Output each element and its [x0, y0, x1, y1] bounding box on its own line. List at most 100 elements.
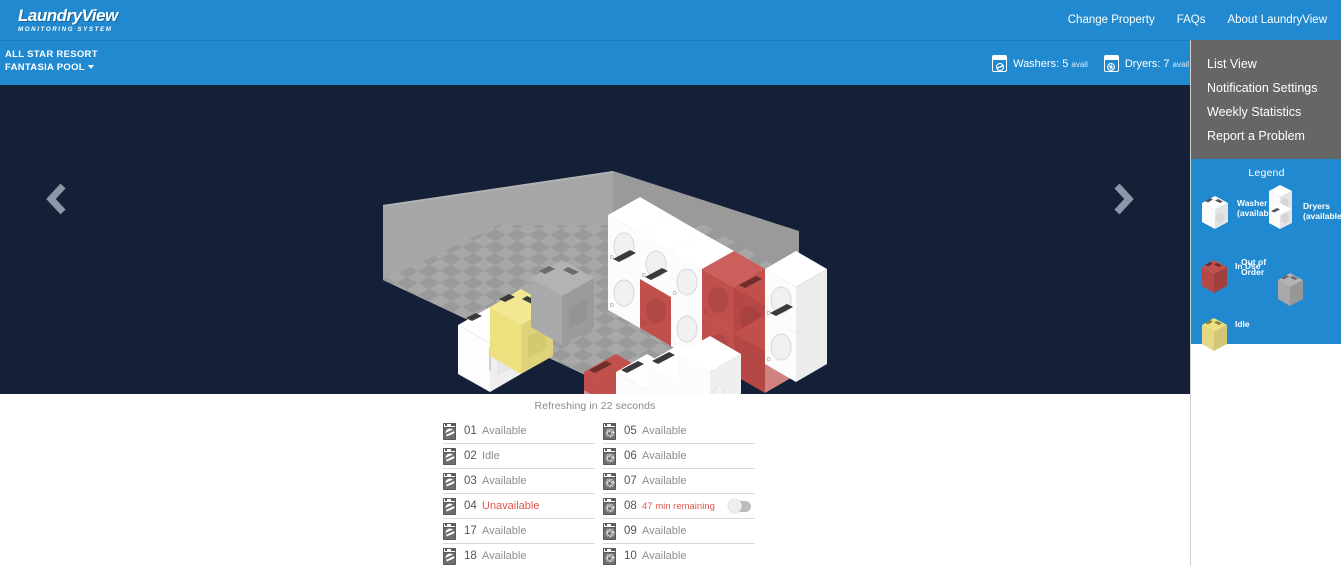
washer-icon	[443, 522, 456, 540]
machine-list-section: Refreshing in 22 seconds 01 Available 02…	[0, 394, 1190, 566]
room-3d-view[interactable]: D D D D D D D D	[0, 85, 1190, 394]
nav-link-about[interactable]: About LaundryView	[1227, 14, 1327, 26]
sidebar-item-list-view[interactable]: List View	[1191, 52, 1341, 76]
machine-status: Available	[482, 550, 527, 562]
dryer-icon	[603, 547, 616, 565]
svg-text:D: D	[704, 309, 708, 315]
dryer-count: Dryers: 7 avail	[1103, 55, 1189, 72]
table-row[interactable]: 03 Available	[443, 469, 595, 494]
laundry-room-isometric-scene[interactable]: D D D D D D D D	[0, 85, 1190, 394]
machine-number: 10	[624, 550, 637, 562]
right-sidebar: List View Notification Settings Weekly S…	[1190, 40, 1341, 566]
dryer-icon	[603, 422, 616, 440]
dryer-icon	[1103, 55, 1119, 72]
refresh-timer: Refreshing in 22 seconds	[534, 400, 656, 412]
laundryview-page: LaundryView MONITORING SYSTEM Change Pro…	[0, 0, 1341, 566]
machine-inuse-icon	[1202, 260, 1227, 293]
machine-number: 01	[464, 425, 477, 437]
next-room-arrow[interactable]	[1104, 180, 1142, 218]
washer-icon	[443, 497, 456, 515]
machine-number: 09	[624, 525, 637, 537]
dryer-available-icon	[1269, 185, 1292, 229]
property-location-label: FANTASIA POOL	[5, 62, 85, 73]
machine-number: 17	[464, 525, 477, 537]
machine-status: Available	[642, 525, 687, 537]
table-row[interactable]: 09 Available	[603, 519, 755, 544]
washer-icon	[443, 447, 456, 465]
machine-status: Available	[642, 475, 687, 487]
svg-text:D: D	[610, 303, 614, 309]
svg-text:D: D	[642, 321, 646, 327]
legend-item-washer-available: Washer (available)	[1199, 189, 1279, 229]
table-row[interactable]: 08 47 min remaining	[603, 494, 755, 519]
svg-text:D: D	[767, 311, 771, 317]
washer-count-value: 5	[1062, 57, 1069, 70]
svg-text:D: D	[767, 357, 771, 363]
table-row[interactable]: 17 Available	[443, 519, 595, 544]
dryer-icon	[603, 497, 616, 515]
top-navigation-bar: LaundryView MONITORING SYSTEM Change Pro…	[0, 0, 1341, 40]
toggle-knob	[728, 499, 742, 513]
dryer-icon	[603, 447, 616, 465]
sidebar-item-notification-settings[interactable]: Notification Settings	[1191, 76, 1341, 100]
washer-count-unit: avail	[1071, 59, 1088, 69]
table-row[interactable]: 05 Available	[603, 419, 755, 444]
table-row[interactable]: 07 Available	[603, 469, 755, 494]
legend-panel: Legend Washer (available) Dryers (availa…	[1191, 159, 1341, 351]
property-location[interactable]: FANTASIA POOL	[5, 61, 98, 74]
machine-number: 06	[624, 450, 637, 462]
machine-status: 47 min remaining	[642, 500, 715, 512]
laundryview-logo[interactable]: LaundryView MONITORING SYSTEM	[18, 3, 118, 37]
machine-status: Available	[642, 425, 687, 437]
property-selector[interactable]: ALL STAR RESORT FANTASIA POOL	[5, 48, 98, 74]
machine-number: 07	[624, 475, 637, 487]
notification-toggle[interactable]	[728, 499, 751, 513]
table-row[interactable]: 02 Idle	[443, 444, 595, 469]
machine-number: 08	[624, 500, 637, 512]
machine-status: Available	[482, 525, 527, 537]
washer-available-icon	[1202, 196, 1228, 229]
dryer-count-unit: avail	[1172, 59, 1189, 69]
washer-count: Washers: 5 avail	[992, 55, 1088, 72]
table-row[interactable]: 10 Available	[603, 544, 755, 566]
room-dryer-stack-f: D D	[765, 251, 827, 382]
washer-icon	[443, 422, 456, 440]
dryer-icon	[603, 522, 616, 540]
legend-label-dryer-available: Dryers (available)	[1303, 201, 1341, 221]
svg-text:D: D	[673, 291, 677, 297]
dryer-count-label: Dryers: 7 avail	[1124, 57, 1189, 70]
dryer-list-column: 05 Available 06 Available 07 Available 0…	[603, 419, 755, 566]
legend-item-idle: Idle	[1199, 312, 1250, 352]
machine-status: Available	[642, 450, 687, 462]
sidebar-item-weekly-statistics[interactable]: Weekly Statistics	[1191, 100, 1341, 124]
table-row[interactable]: 06 Available	[603, 444, 755, 469]
machine-idle-icon	[1202, 318, 1227, 351]
machine-number: 02	[464, 450, 477, 462]
nav-link-faqs[interactable]: FAQs	[1177, 14, 1206, 26]
room-machine-out-of-order-gray	[531, 260, 594, 345]
machine-status: Unavailable	[482, 500, 540, 512]
previous-room-arrow[interactable]	[38, 180, 76, 218]
machine-number: 04	[464, 500, 477, 512]
table-row[interactable]: 04 Unavailable	[443, 494, 595, 519]
machine-number: 18	[464, 550, 477, 562]
chevron-down-icon	[87, 65, 94, 70]
nav-link-change-property[interactable]: Change Property	[1068, 14, 1155, 26]
table-row[interactable]: 18 Available	[443, 544, 595, 566]
property-sub-header: ALL STAR RESORT FANTASIA POOL Washers: 5…	[0, 40, 1341, 85]
property-name: ALL STAR RESORT	[5, 49, 98, 60]
machine-list: 01 Available 02 Idle 03 Available 04 Una…	[443, 419, 755, 566]
top-nav-links: Change Property FAQs About LaundryView	[1068, 0, 1327, 40]
legend-item-in-use: In Use	[1199, 254, 1261, 294]
machine-status: Available	[642, 550, 687, 562]
sidebar-item-report-a-problem[interactable]: Report a Problem	[1191, 124, 1341, 148]
legend-items: Washer (available) Dryers (available) In…	[1191, 179, 1341, 351]
svg-text:D: D	[642, 273, 646, 279]
table-row[interactable]: 01 Available	[443, 419, 595, 444]
machine-availability-counts: Washers: 5 avail Dryers: 7 avail	[992, 41, 1189, 86]
legend-label-out-of-order: Out of Order	[1241, 257, 1267, 277]
legend-title: Legend	[1248, 167, 1285, 179]
machine-status: Available	[482, 425, 527, 437]
sidebar-menu: List View Notification Settings Weekly S…	[1191, 40, 1341, 159]
machine-number: 05	[624, 425, 637, 437]
